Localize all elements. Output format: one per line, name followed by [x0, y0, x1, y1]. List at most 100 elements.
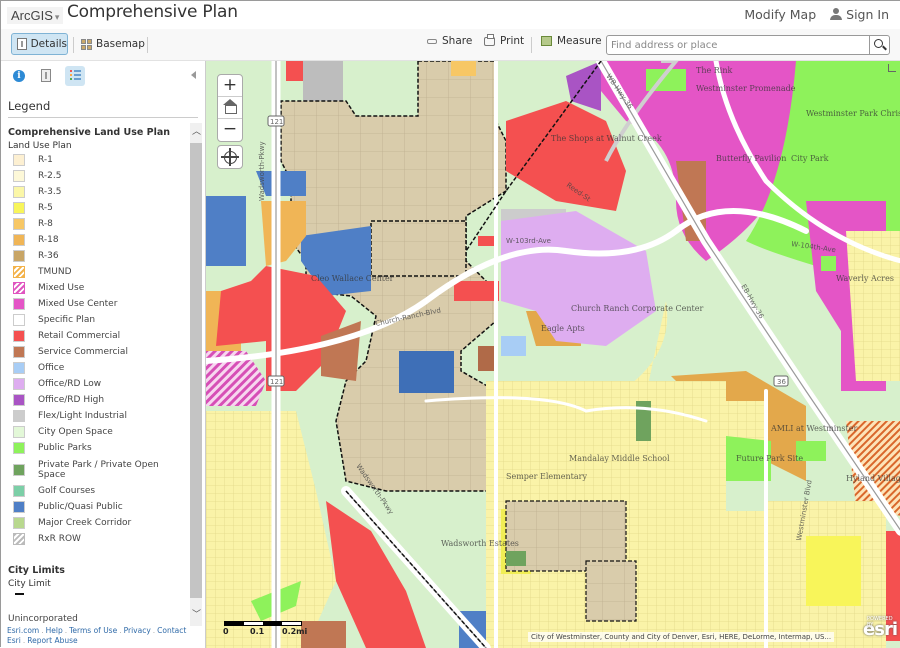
tab-legend[interactable] — [65, 66, 85, 86]
legend-swatch — [13, 314, 25, 326]
modify-map-link[interactable]: Modify Map — [744, 7, 816, 22]
place-label: Mandalay Middle School — [569, 454, 670, 463]
brand-label: ArcGIS — [11, 8, 53, 23]
map-canvas[interactable]: 121 121 36 Wadsworth-Pkwy Wadsworth-Pkwy… — [206, 61, 900, 648]
legend-item: Mixed Use Center — [8, 296, 188, 312]
print-label: Print — [500, 35, 525, 47]
separator: . — [152, 626, 156, 635]
legend-item: Office — [8, 360, 188, 376]
basemap-label: Basemap — [96, 38, 145, 50]
details-icon — [17, 38, 27, 50]
legend-item: R-18 — [8, 232, 188, 248]
legend-panel[interactable]: Comprehensive Land Use Plan Land Use Pla… — [1, 121, 206, 626]
shield-label: 36 — [777, 378, 786, 386]
basemap-button[interactable]: Basemap — [81, 34, 145, 54]
print-icon — [484, 33, 495, 46]
share-button[interactable]: Share — [427, 35, 472, 47]
legend-label: Major Creek Corridor — [38, 518, 132, 528]
legend-item: Mixed Use — [8, 280, 188, 296]
footer-link[interactable]: Help — [46, 626, 63, 635]
legend-swatch — [13, 533, 25, 545]
footer-link[interactable]: Privacy — [124, 626, 151, 635]
legend-swatch — [13, 202, 25, 214]
footer-link[interactable]: Report Abuse — [27, 636, 77, 645]
legend-swatch — [13, 442, 25, 454]
home-button[interactable] — [218, 97, 242, 119]
separator: . — [41, 626, 44, 635]
legend-item: R-2.5 — [8, 168, 188, 184]
legend-swatch — [13, 218, 25, 230]
private-park-area — [506, 551, 526, 566]
measure-label: Measure — [557, 35, 602, 47]
public-area — [399, 351, 454, 393]
layer-title: Comprehensive Land Use Plan — [8, 127, 170, 138]
scroll-down-icon[interactable]: ﹀ — [192, 611, 201, 620]
divider — [73, 37, 74, 53]
r5-area — [806, 536, 861, 606]
legend-item: Specific Plan — [8, 312, 188, 328]
divider — [531, 37, 532, 53]
esri-logo[interactable]: POWERED BY esri — [863, 616, 898, 640]
legend-item: Office/RD Low — [8, 376, 188, 392]
legend-swatch — [13, 394, 25, 406]
measure-button[interactable]: Measure — [541, 35, 602, 47]
legend-label: Flex/Light Industrial — [38, 411, 127, 421]
legend-label: R-2.5 — [38, 171, 62, 181]
sidebar-tabs: i — [1, 61, 206, 91]
place-label: AMLI at Westminster — [770, 424, 857, 433]
legend-item: RxR ROW — [8, 531, 188, 547]
search-icon[interactable] — [869, 36, 889, 54]
arcgis-menu[interactable]: ArcGIS ▾ — [7, 7, 64, 24]
legend-item: R-3.5 — [8, 184, 188, 200]
legend-label: Mixed Use Center — [38, 299, 118, 309]
legend-swatch — [13, 378, 25, 390]
city-limits-title: City Limits — [8, 565, 65, 576]
legend-item: R-5 — [8, 200, 188, 216]
unincorporated-label: Unincorporated — [8, 614, 78, 624]
divider — [147, 37, 148, 53]
locate-button[interactable] — [217, 145, 243, 169]
service-commercial-area — [301, 621, 346, 648]
road-label: W-103rd-Ave — [506, 237, 551, 245]
search-input[interactable] — [607, 36, 869, 54]
legend-item: Major Creek Corridor — [8, 515, 188, 531]
office-area — [501, 336, 526, 356]
place-label: Butterfly Pavilion — [716, 154, 786, 163]
scroll-up-icon[interactable]: ︿ — [192, 128, 201, 137]
measure-icon — [541, 36, 552, 46]
legend-item: Service Commercial — [8, 344, 188, 360]
tab-content[interactable] — [36, 66, 56, 86]
sublayer-title: Land Use Plan — [8, 141, 72, 151]
legend-swatch — [13, 485, 25, 497]
legend-item: R-1 — [8, 152, 188, 168]
details-label: Details — [30, 38, 67, 50]
zoom-out-button[interactable]: − — [218, 119, 242, 141]
scale-label: 0.2mi — [282, 627, 308, 636]
legend-item: Retail Commercial — [8, 328, 188, 344]
separator: . — [119, 626, 122, 635]
details-button[interactable]: Details — [11, 33, 68, 55]
legend-label: R-1 — [38, 155, 53, 165]
tab-about[interactable]: i — [9, 66, 29, 86]
legend-swatch — [13, 517, 25, 529]
legend-scrollbar[interactable]: ︿ ﹀ — [190, 123, 202, 626]
legend-item: Office/RD High — [8, 392, 188, 408]
legend-item: Public Parks — [8, 440, 188, 456]
legend-label: R-5 — [38, 203, 53, 213]
legend-swatch — [13, 501, 25, 513]
search-box — [606, 35, 890, 55]
park-area — [821, 256, 836, 271]
zoom-in-button[interactable]: + — [218, 75, 242, 97]
footer-link[interactable]: Terms of Use — [69, 626, 117, 635]
sign-in-link[interactable]: Sign In — [830, 7, 889, 22]
legend-swatch — [13, 426, 25, 438]
legend-swatch — [13, 266, 25, 278]
scrollbar-thumb[interactable] — [190, 143, 202, 598]
footer-link[interactable]: Esri.com — [7, 626, 39, 635]
expand-icon[interactable] — [888, 64, 896, 72]
legend-icon — [70, 70, 81, 82]
print-button[interactable]: Print — [484, 33, 525, 47]
map-view[interactable]: 121 121 36 Wadsworth-Pkwy Wadsworth-Pkwy… — [206, 61, 900, 648]
residential-block — [370, 220, 467, 277]
collapse-sidebar-icon[interactable] — [191, 71, 196, 79]
